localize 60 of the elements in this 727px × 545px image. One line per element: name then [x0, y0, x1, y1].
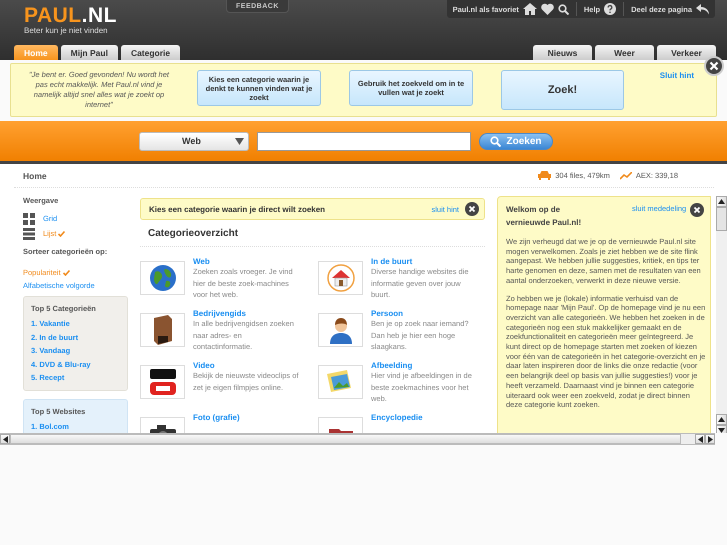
close-icon[interactable] [704, 56, 724, 76]
category-thumbnail[interactable] [140, 313, 185, 347]
close-icon[interactable] [465, 202, 479, 216]
scrollbar-thumb[interactable] [716, 207, 727, 231]
breadcrumb-link[interactable]: Home [14, 170, 47, 180]
scroll-down-button[interactable] [716, 425, 727, 433]
search-icon[interactable] [558, 4, 569, 14]
category-link[interactable]: Bedrijvengids [193, 309, 303, 318]
close-hint-link[interactable]: Sluit hint [660, 71, 694, 80]
category-link[interactable]: Video [193, 361, 303, 370]
category-thumbnail[interactable] [318, 261, 363, 295]
share-arrow-icon[interactable] [696, 4, 709, 14]
horizontal-scrollbar[interactable] [0, 433, 715, 445]
category-thumbnail[interactable] [140, 365, 185, 399]
speech-bubble: Zoek! [501, 70, 624, 110]
nav-tab[interactable]: Home [14, 45, 58, 60]
nav-tab[interactable]: Nieuws [533, 45, 592, 60]
vertical-scrollbar[interactable] [716, 196, 727, 433]
scroll-up-button[interactable] [716, 196, 727, 207]
category-link[interactable]: Foto (grafie) [193, 413, 303, 422]
nav-tab[interactable]: Verkeer [657, 45, 716, 60]
scrollbar-thumb[interactable] [10, 434, 681, 444]
nav-tab[interactable]: Categorie [120, 45, 180, 60]
checkmark-icon [58, 230, 66, 236]
category-thumbnail[interactable] [140, 261, 185, 295]
heart-icon[interactable] [540, 3, 554, 15]
category-thumbnail[interactable] [318, 313, 363, 347]
trend-line-icon [620, 172, 632, 180]
search-field[interactable] [257, 132, 471, 150]
globe-icon [148, 264, 176, 292]
search-button[interactable]: Zoeken [479, 132, 553, 150]
category-link[interactable]: In de buurt [371, 257, 478, 266]
scroll-left-button[interactable] [695, 434, 705, 444]
checkmark-icon [62, 270, 70, 276]
category-link[interactable]: Web [193, 257, 303, 266]
list-icon[interactable] [23, 228, 35, 240]
nav-tab[interactable]: Mijn Paul [60, 45, 118, 60]
search-icon [490, 136, 502, 146]
category-link[interactable]: Afbeelding [371, 361, 478, 370]
site-tagline: Beter kun je niet vinden [24, 26, 109, 35]
scroll-left-button[interactable] [0, 434, 10, 444]
grid-icon[interactable] [23, 212, 35, 224]
help-icon[interactable] [604, 3, 616, 15]
announcement-title: Welkom op de vernieuwde Paul.nl! [506, 204, 582, 229]
home-icon[interactable] [522, 3, 537, 15]
site-logo[interactable]: PAUL.NL [24, 6, 204, 26]
scroll-right-button[interactable] [705, 434, 715, 444]
close-icon[interactable] [690, 203, 704, 217]
video-logo-icon [148, 367, 178, 397]
house-icon [326, 264, 354, 292]
section-title: Categorieoverzicht [140, 228, 485, 247]
car-icon [538, 171, 552, 180]
caret-icon [235, 138, 244, 144]
nav-tab[interactable]: Weer [595, 45, 654, 60]
category-link[interactable]: Persoon [371, 309, 478, 318]
search-scope-dropdown[interactable]: Web [139, 132, 249, 150]
category-thumbnail[interactable] [318, 365, 363, 399]
hint-text: Kies een categorie waarin je direct wilt zoeken [149, 204, 326, 214]
scroll-up-button[interactable] [716, 414, 727, 425]
category-link[interactable]: Encyclopedie [371, 413, 478, 422]
